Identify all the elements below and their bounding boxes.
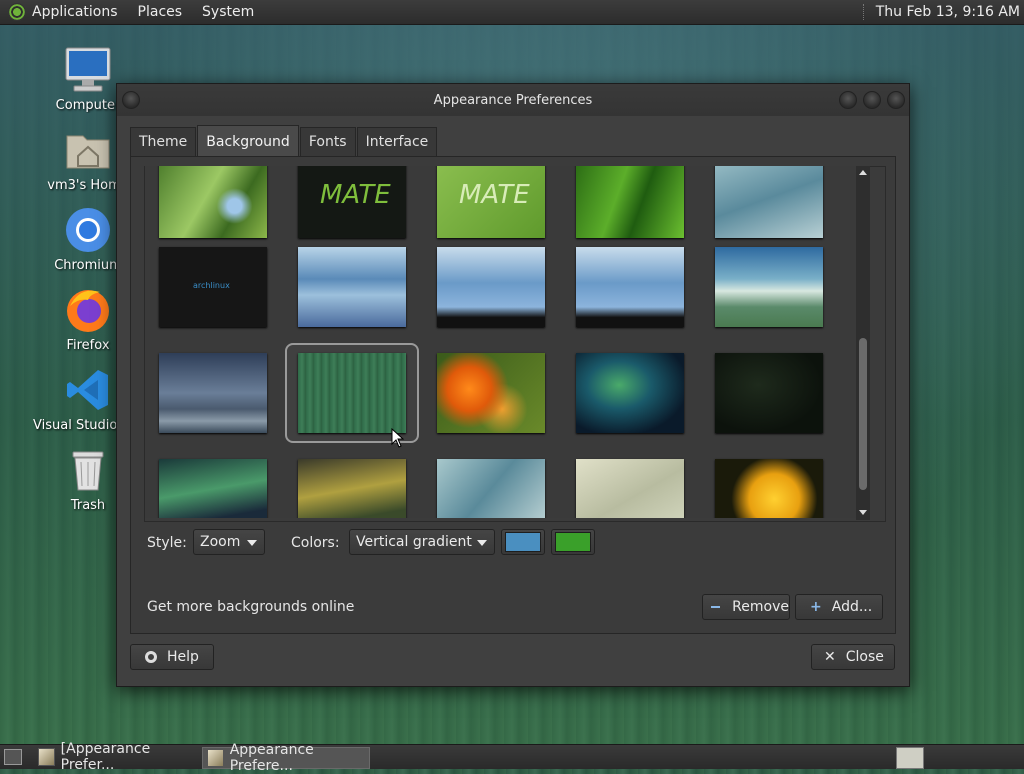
panel-separator bbox=[862, 4, 866, 20]
taskbar-item-label: Appearance Prefere... bbox=[229, 742, 314, 774]
close-icon: ✕ bbox=[824, 649, 836, 665]
help-icon bbox=[145, 651, 157, 663]
primary-color-swatch bbox=[505, 532, 541, 552]
wallpaper-thumbnail[interactable]: MATE bbox=[298, 166, 406, 238]
minimize-icon[interactable] bbox=[839, 91, 857, 109]
style-dropdown[interactable]: Zoom bbox=[193, 529, 265, 555]
clock[interactable]: Thu Feb 13, 9:16 AM bbox=[876, 4, 1020, 20]
chromium-icon bbox=[64, 206, 112, 254]
scroll-up-arrow-icon[interactable] bbox=[859, 170, 867, 175]
add-button-label: Add... bbox=[831, 599, 873, 615]
remove-button[interactable]: Remove bbox=[702, 594, 790, 620]
taskbar-item-label: [Appearance Prefer... bbox=[60, 741, 151, 773]
top-panel: Applications Places System Thu Feb 13, 9… bbox=[0, 0, 1024, 25]
wallpaper-thumbnail[interactable]: MATE bbox=[437, 166, 545, 238]
bottom-panel: [Appearance Prefer... Appearance Prefere… bbox=[0, 741, 1024, 774]
tab-theme[interactable]: Theme bbox=[130, 127, 197, 156]
window-menu-icon[interactable] bbox=[122, 91, 140, 109]
remove-icon bbox=[711, 606, 721, 608]
vscode-icon bbox=[64, 366, 112, 414]
remove-button-label: Remove bbox=[732, 599, 789, 615]
close-button[interactable]: ✕ Close bbox=[811, 644, 895, 670]
scrollbar-thumb[interactable] bbox=[859, 338, 867, 490]
thumbnail-logo-text: MATE bbox=[459, 180, 530, 210]
appearance-app-icon bbox=[38, 748, 55, 766]
taskbar-item-active[interactable]: Appearance Prefere... bbox=[202, 742, 370, 774]
background-tab-panel: MATE MATE archlinux Style: Zoom Colors: … bbox=[130, 156, 896, 634]
close-button-label: Close bbox=[845, 649, 884, 665]
chevron-down-icon bbox=[477, 540, 487, 546]
wallpaper-thumbnail[interactable] bbox=[715, 353, 823, 433]
appearance-preferences-window: Appearance Preferences Theme Background … bbox=[116, 83, 910, 687]
style-label: Style: bbox=[147, 535, 187, 551]
window-title: Appearance Preferences bbox=[433, 92, 593, 108]
wallpaper-thumbnail[interactable] bbox=[159, 353, 267, 433]
tab-fonts[interactable]: Fonts bbox=[299, 127, 356, 156]
wallpaper-thumbnail[interactable] bbox=[576, 247, 684, 327]
help-button[interactable]: Help bbox=[130, 644, 214, 670]
close-window-icon[interactable] bbox=[887, 91, 905, 109]
computer-icon bbox=[64, 46, 112, 94]
mouse-cursor-icon bbox=[391, 428, 405, 448]
wallpaper-thumbnail[interactable]: archlinux bbox=[159, 247, 267, 327]
secondary-color-swatch bbox=[555, 532, 591, 552]
secondary-color-button[interactable] bbox=[551, 529, 595, 555]
wallpaper-thumbnail[interactable] bbox=[437, 353, 545, 433]
wallpaper-thumbnail[interactable] bbox=[298, 353, 406, 433]
applications-menu[interactable]: Applications bbox=[32, 4, 118, 20]
wallpaper-thumbnail[interactable] bbox=[576, 459, 684, 518]
maximize-icon[interactable] bbox=[863, 91, 881, 109]
wallpaper-thumbnail[interactable] bbox=[576, 353, 684, 433]
primary-color-button[interactable] bbox=[501, 529, 545, 555]
workspace-switcher[interactable] bbox=[896, 747, 924, 769]
tab-bar: Theme Background Fonts Interface bbox=[130, 125, 438, 156]
wallpaper-thumbnail[interactable] bbox=[298, 459, 406, 518]
thumbnail-logo-text: MATE bbox=[320, 180, 391, 210]
show-desktop-icon[interactable] bbox=[4, 749, 22, 765]
system-menu[interactable]: System bbox=[202, 4, 254, 20]
chevron-down-icon bbox=[247, 540, 257, 546]
wallpaper-thumbnail[interactable] bbox=[576, 166, 684, 238]
wallpaper-thumbnail[interactable] bbox=[715, 459, 823, 518]
get-more-backgrounds-link[interactable]: Get more backgrounds online bbox=[147, 599, 354, 615]
firefox-icon bbox=[64, 286, 112, 334]
tab-interface[interactable]: Interface bbox=[356, 127, 438, 156]
gallery-scrollbar[interactable] bbox=[856, 166, 870, 520]
wallpaper-thumbnail[interactable] bbox=[159, 459, 267, 518]
appearance-app-icon bbox=[207, 749, 224, 767]
wallpaper-thumbnail[interactable] bbox=[437, 247, 545, 327]
wallpaper-thumbnail[interactable] bbox=[437, 459, 545, 518]
style-dropdown-value: Zoom bbox=[200, 534, 241, 550]
mate-logo-icon[interactable] bbox=[8, 3, 26, 21]
colors-label: Colors: bbox=[291, 535, 340, 551]
wallpaper-gallery[interactable]: MATE MATE archlinux bbox=[145, 166, 857, 518]
wallpaper-thumbnail[interactable] bbox=[298, 247, 406, 327]
tab-background[interactable]: Background bbox=[197, 125, 299, 156]
trash-icon bbox=[64, 446, 112, 494]
wallpaper-thumbnail[interactable] bbox=[159, 166, 267, 238]
thumbnail-logo-text: archlinux bbox=[193, 281, 230, 290]
help-button-label: Help bbox=[167, 649, 199, 665]
wallpaper-thumbnail[interactable] bbox=[715, 166, 823, 238]
colors-dropdown[interactable]: Vertical gradient bbox=[349, 529, 495, 555]
taskbar-item[interactable]: [Appearance Prefer... bbox=[34, 741, 196, 773]
wallpaper-thumbnail[interactable] bbox=[715, 247, 823, 327]
colors-dropdown-value: Vertical gradient bbox=[356, 534, 472, 550]
home-folder-icon bbox=[64, 126, 112, 174]
add-button[interactable]: + Add... bbox=[795, 594, 883, 620]
places-menu[interactable]: Places bbox=[138, 4, 183, 20]
add-icon: + bbox=[810, 599, 822, 615]
window-titlebar[interactable]: Appearance Preferences bbox=[117, 84, 909, 116]
scroll-down-arrow-icon[interactable] bbox=[859, 510, 867, 515]
